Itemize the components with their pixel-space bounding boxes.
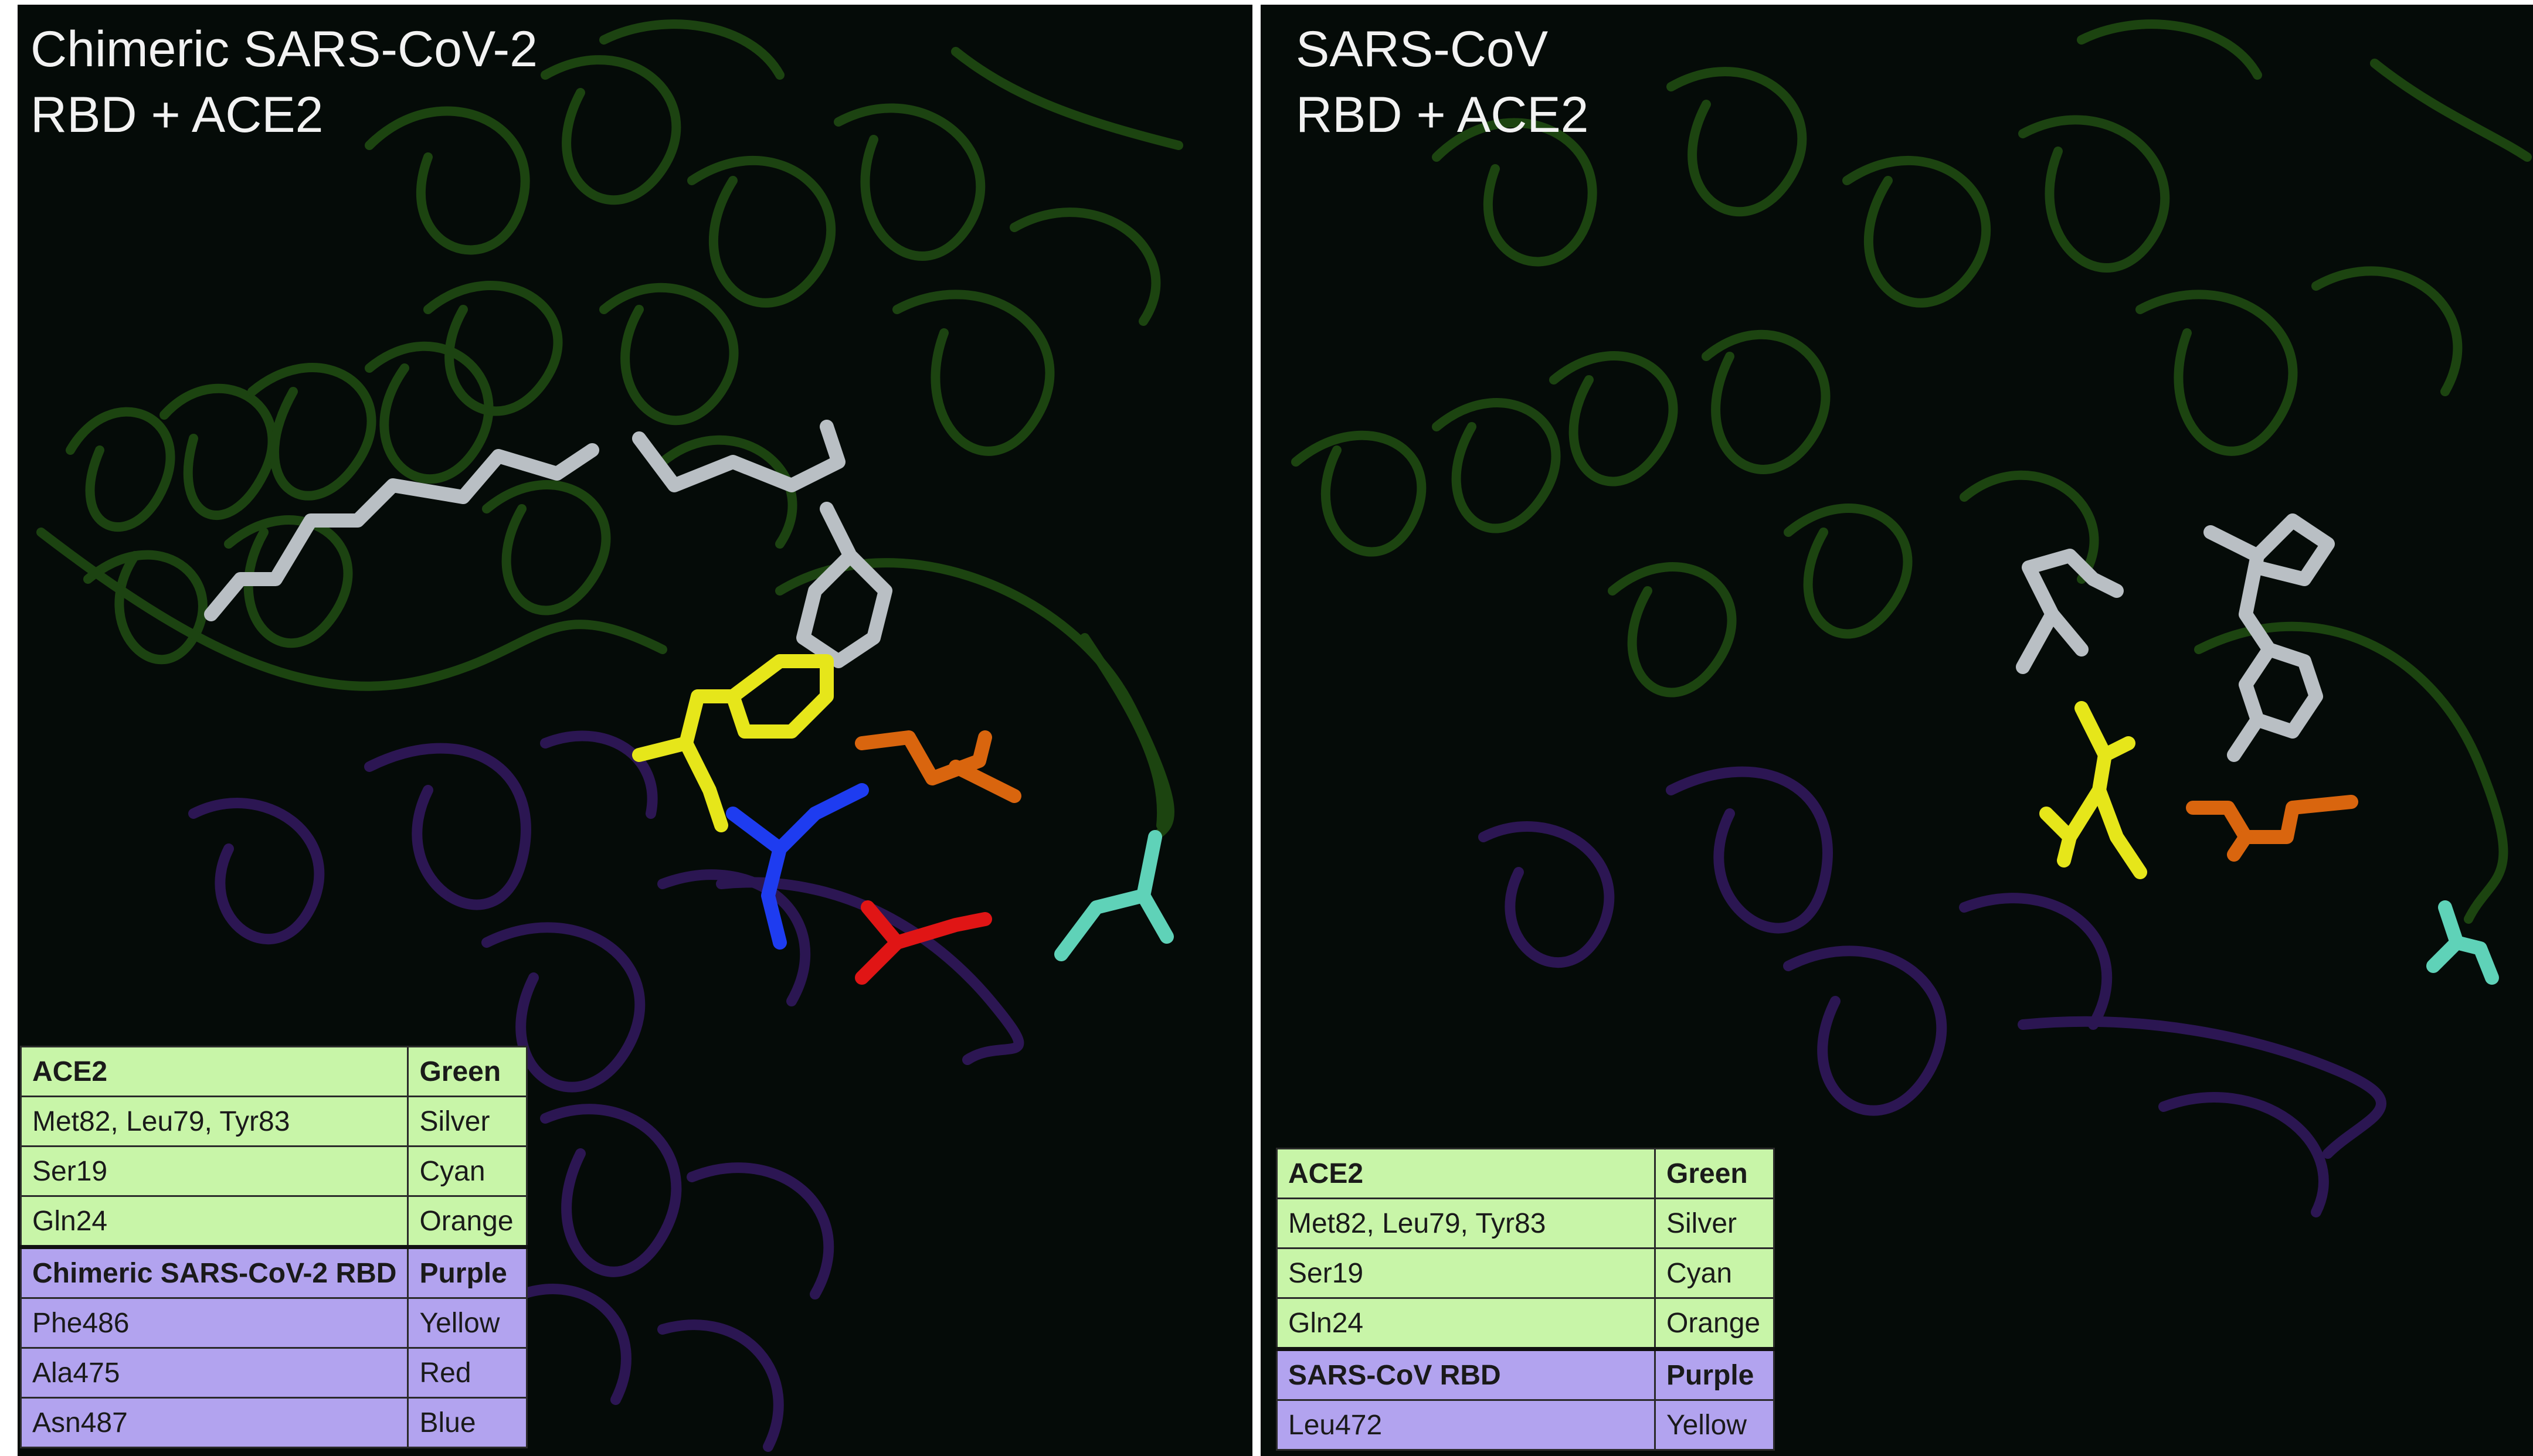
chimeric-structure-panel: Chimeric SARS-CoV-2 RBD + ACE2 ACE2 Green…: [18, 5, 1252, 1456]
orange-gln24: [855, 730, 1021, 803]
legend-color: Orange: [1654, 1297, 1775, 1350]
legend-color: Silver: [407, 1096, 528, 1147]
legend-row: Asn487 Blue: [19, 1397, 528, 1448]
legend-color: Purple: [407, 1245, 528, 1299]
legend-residue: Met82, Leu79, Tyr83: [1276, 1198, 1656, 1249]
orange-gln24: [2186, 795, 2358, 862]
legend-row: Gln24 Orange: [19, 1195, 528, 1248]
panel-title: Chimeric SARS-CoV-2 RBD + ACE2: [30, 16, 538, 148]
legend-residue: ACE2: [1276, 1148, 1656, 1199]
legend-header-row: SARS-CoV RBD Purple: [1276, 1347, 1775, 1401]
legend-header-row: ACE2 Green: [19, 1046, 528, 1097]
panel-title: SARS-CoV RBD + ACE2: [1296, 16, 1589, 148]
legend-row: Leu472 Yellow: [1276, 1399, 1775, 1451]
legend-color: Cyan: [1654, 1247, 1775, 1299]
title-line-1: SARS-CoV: [1296, 21, 1549, 77]
cyan-ser19: [2426, 900, 2499, 985]
legend-color: Yellow: [1654, 1399, 1775, 1451]
legend-residue: Chimeric SARS-CoV-2 RBD: [19, 1245, 409, 1299]
legend-color: Red: [407, 1347, 528, 1399]
legend-residue: Phe486: [19, 1297, 409, 1349]
legend-color: Purple: [1654, 1347, 1775, 1401]
legend-row: Met82, Leu79, Tyr83 Silver: [1276, 1198, 1775, 1249]
yellow-phe486: [632, 654, 834, 832]
legend-color: Cyan: [407, 1145, 528, 1197]
legend-row: Ser19 Cyan: [1276, 1247, 1775, 1299]
legend-residue: ACE2: [19, 1046, 409, 1097]
legend-color: Silver: [1654, 1198, 1775, 1249]
legend-row: Met82, Leu79, Tyr83 Silver: [19, 1096, 528, 1147]
legend-row: Ser19 Cyan: [19, 1145, 528, 1197]
residue-color-legend: ACE2 Green Met82, Leu79, Tyr83 Silver Ser19 C…: [19, 1046, 528, 1448]
title-line-1: Chimeric SARS-CoV-2: [30, 21, 538, 77]
legend-color: Blue: [407, 1397, 528, 1448]
title-line-2: RBD + ACE2: [1296, 87, 1589, 143]
sars-cov-structure-panel: SARS-CoV RBD + ACE2 ACE2 Green Met82, Leu7…: [1261, 5, 2533, 1456]
legend-residue: Asn487: [19, 1397, 409, 1448]
legend-residue: Gln24: [19, 1195, 409, 1248]
legend-residue: Ser19: [1276, 1247, 1656, 1299]
legend-header-row: Chimeric SARS-CoV-2 RBD Purple: [19, 1245, 528, 1299]
legend-color: Green: [407, 1046, 528, 1097]
legend-residue: Gln24: [1276, 1297, 1656, 1350]
legend-residue: Ala475: [19, 1347, 409, 1399]
legend-residue: Met82, Leu79, Tyr83: [19, 1096, 409, 1147]
legend-color: Yellow: [407, 1297, 528, 1349]
legend-residue: Leu472: [1276, 1399, 1656, 1451]
legend-color: Green: [1654, 1148, 1775, 1199]
yellow-leu472: [2039, 701, 2147, 879]
legend-residue: SARS-CoV RBD: [1276, 1347, 1656, 1401]
legend-row: Gln24 Orange: [1276, 1297, 1775, 1350]
silver-residues: [2016, 513, 2335, 762]
legend-color: Orange: [407, 1195, 528, 1248]
title-line-2: RBD + ACE2: [30, 87, 324, 143]
legend-residue: Ser19: [19, 1145, 409, 1197]
legend-header-row: ACE2 Green: [1276, 1148, 1775, 1199]
ace2-ribbon: [1291, 19, 2532, 924]
legend-row: Phe486 Yellow: [19, 1297, 528, 1349]
cyan-ser19: [1054, 830, 1174, 961]
residue-color-legend: ACE2 Green Met82, Leu79, Tyr83 Silver Ser19 C…: [1276, 1148, 1775, 1451]
legend-row: Ala475 Red: [19, 1347, 528, 1399]
